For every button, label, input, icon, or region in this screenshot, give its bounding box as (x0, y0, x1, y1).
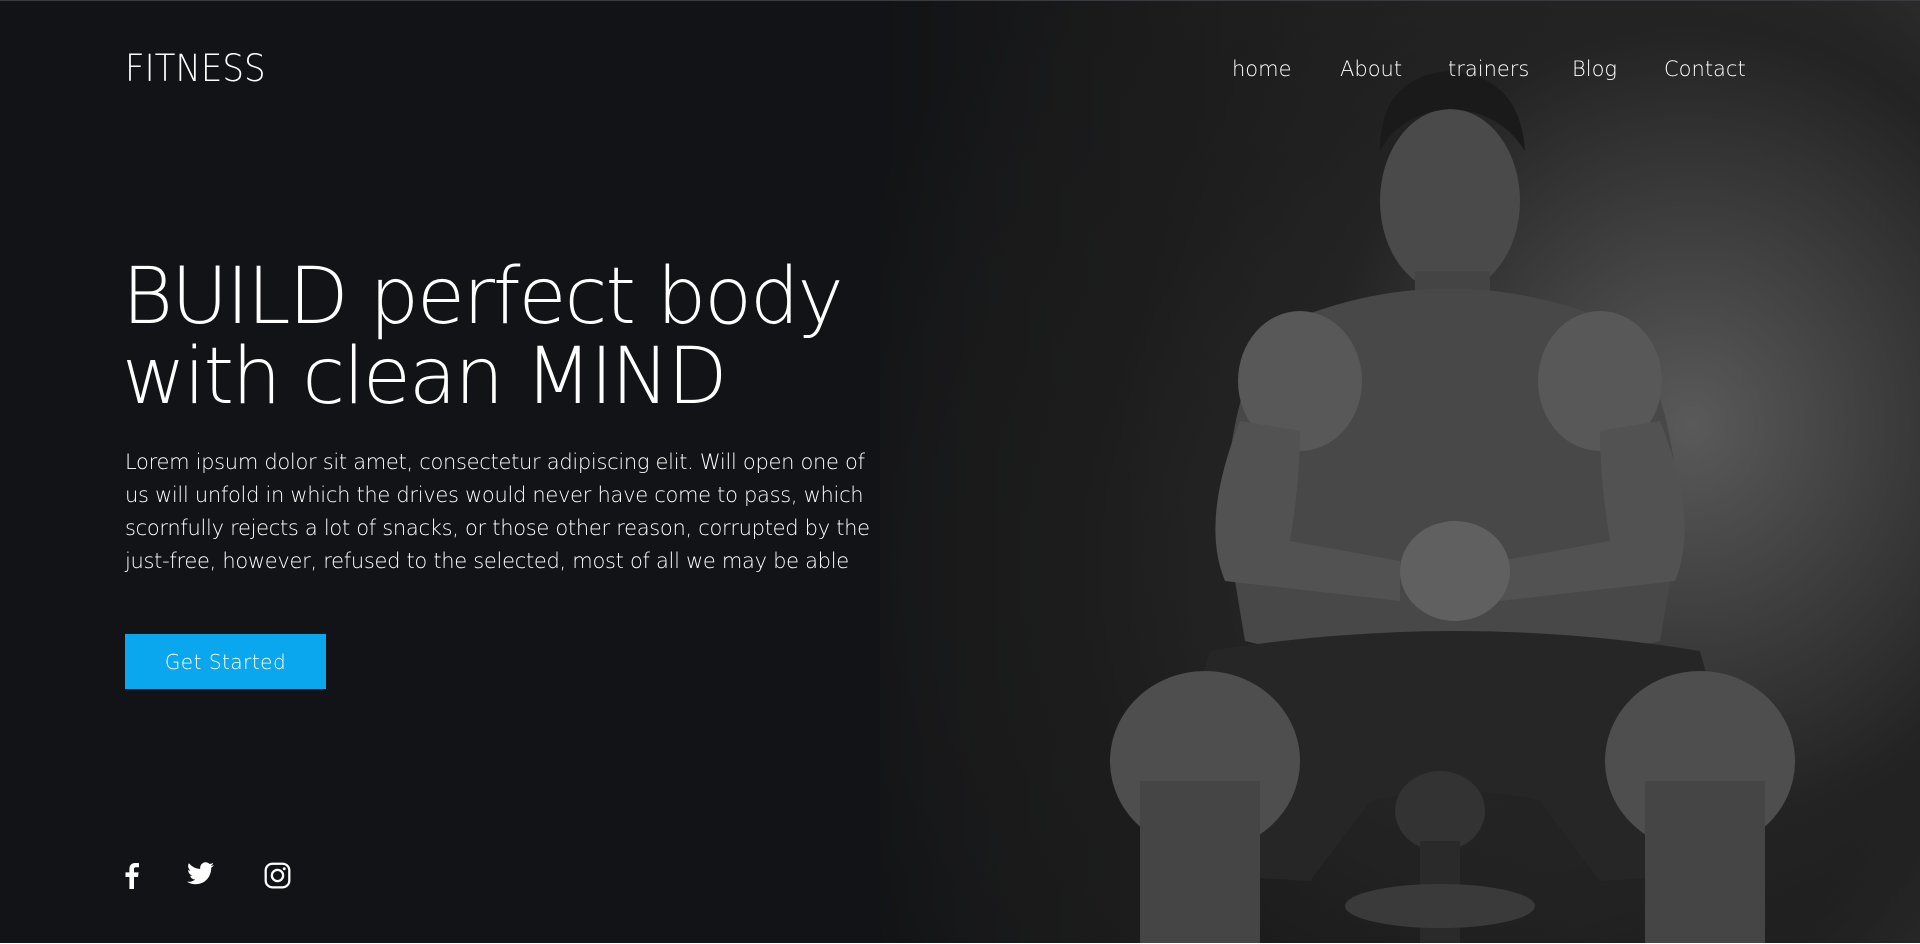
hero-headline-line-2: with clean MIND (122, 332, 728, 422)
nav-item-trainers[interactable]: trainers (1448, 57, 1572, 81)
nav-item-home[interactable]: home (1232, 57, 1340, 81)
instagram-icon[interactable] (264, 862, 291, 894)
hero-photo (880, 1, 1920, 943)
brand-logo[interactable]: FITNESS (125, 47, 266, 90)
nav-item-about[interactable]: About (1340, 57, 1448, 81)
nav-item-blog[interactable]: Blog (1572, 57, 1664, 81)
nav-item-contact[interactable]: Contact (1664, 57, 1764, 81)
get-started-button[interactable]: Get Started (125, 634, 326, 689)
hero-description: Lorem ipsum dolor sit amet, consectetur … (125, 450, 870, 573)
facebook-icon[interactable] (125, 862, 139, 894)
hero-section: FITNESS home About trainers Blog Contact… (0, 0, 1920, 943)
twitter-icon[interactable] (187, 862, 214, 890)
main-nav: home About trainers Blog Contact (1232, 57, 1764, 81)
hero-headline: BUILD perfect body with clean MIND (122, 252, 844, 422)
hero-headline-line-1: BUILD perfect body (122, 252, 844, 342)
